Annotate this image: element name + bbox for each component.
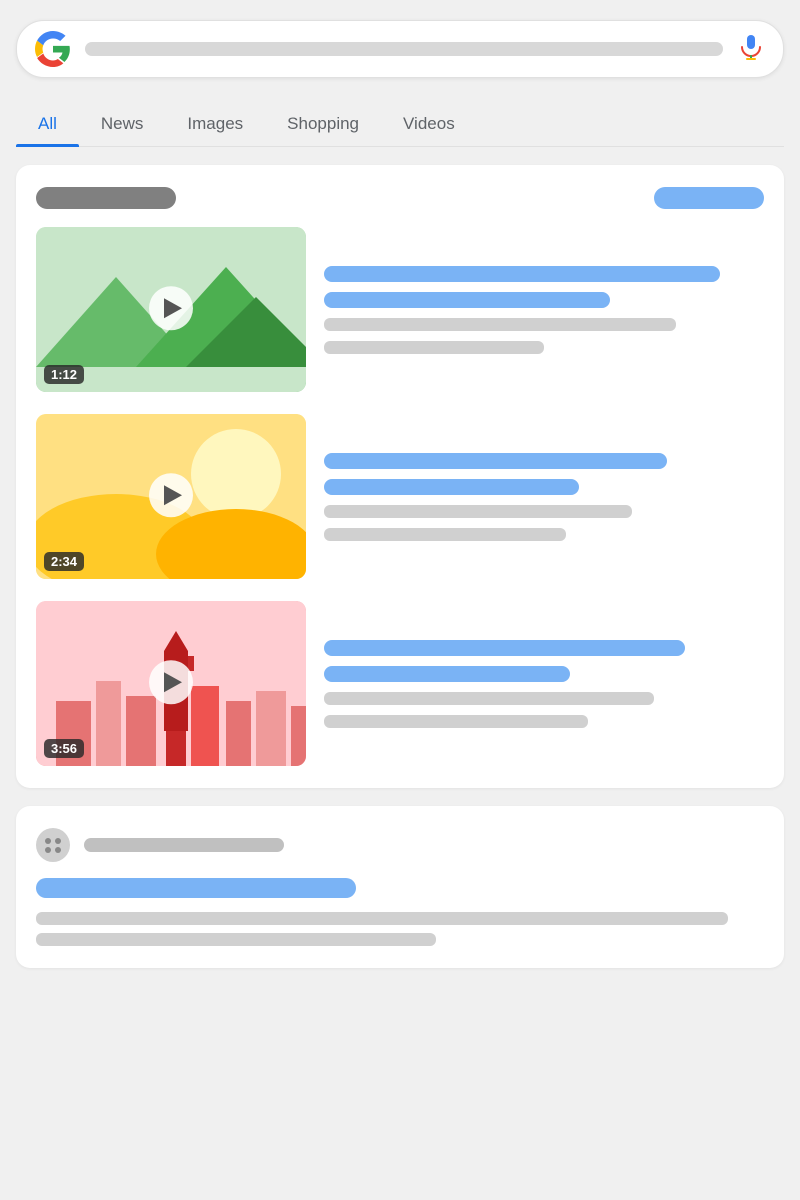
video-desc-line2-3 — [324, 715, 588, 728]
site-description-line1 — [36, 912, 728, 925]
video-desc-line1-3 — [324, 692, 654, 705]
play-triangle-icon — [164, 298, 182, 318]
duration-badge-3: 3:56 — [44, 739, 84, 758]
google-logo-icon — [35, 31, 71, 67]
site-link[interactable] — [36, 878, 356, 898]
video-thumbnail-1[interactable]: 1:12 — [36, 227, 306, 392]
site-result-card — [16, 806, 784, 968]
video-title-line1-3 — [324, 640, 685, 656]
site-description-line2 — [36, 933, 436, 946]
video-result-1[interactable]: 1:12 — [36, 227, 764, 392]
page-wrapper: All News Images Shopping Videos — [0, 0, 800, 988]
favicon-dot — [45, 847, 51, 853]
video-thumbnail-3[interactable]: 3:56 — [36, 601, 306, 766]
site-header — [36, 828, 764, 862]
card-title-pill — [36, 187, 176, 209]
video-title-line1-1 — [324, 266, 720, 282]
video-thumbnail-2[interactable]: 2:34 — [36, 414, 306, 579]
site-name — [84, 838, 284, 852]
favicon-dot — [55, 838, 61, 844]
video-result-2[interactable]: 2:34 — [36, 414, 764, 579]
duration-badge-2: 2:34 — [44, 552, 84, 571]
play-triangle-icon-3 — [164, 672, 182, 692]
card-action-button[interactable] — [654, 187, 764, 209]
video-title-line2-2 — [324, 479, 579, 495]
video-info-2 — [324, 414, 764, 579]
play-triangle-icon-2 — [164, 485, 182, 505]
video-desc-line1-2 — [324, 505, 632, 518]
favicon-dot — [55, 847, 61, 853]
site-favicon-icon — [36, 828, 70, 862]
tab-news[interactable]: News — [79, 102, 166, 146]
tab-all[interactable]: All — [16, 102, 79, 146]
video-desc-line2-1 — [324, 341, 544, 354]
mic-icon[interactable] — [737, 33, 765, 66]
favicon-dot — [45, 838, 51, 844]
tab-videos[interactable]: Videos — [381, 102, 477, 146]
video-result-3[interactable]: 3:56 — [36, 601, 764, 766]
search-bar[interactable] — [16, 20, 784, 78]
video-info-3 — [324, 601, 764, 766]
favicon-dots — [45, 838, 61, 853]
tab-shopping[interactable]: Shopping — [265, 102, 381, 146]
video-title-line1-2 — [324, 453, 667, 469]
video-info-1 — [324, 227, 764, 392]
duration-badge-1: 1:12 — [44, 365, 84, 384]
search-tabs: All News Images Shopping Videos — [16, 102, 784, 147]
card-header — [36, 187, 764, 209]
video-desc-line1-1 — [324, 318, 676, 331]
play-button-3[interactable] — [149, 660, 193, 704]
video-title-line2-3 — [324, 666, 570, 682]
video-title-line2-1 — [324, 292, 610, 308]
play-button-1[interactable] — [149, 286, 193, 330]
tab-images[interactable]: Images — [165, 102, 265, 146]
play-button-2[interactable] — [149, 473, 193, 517]
video-desc-line2-2 — [324, 528, 566, 541]
video-results-card: 1:12 2:34 — [16, 165, 784, 788]
search-input[interactable] — [85, 42, 723, 56]
